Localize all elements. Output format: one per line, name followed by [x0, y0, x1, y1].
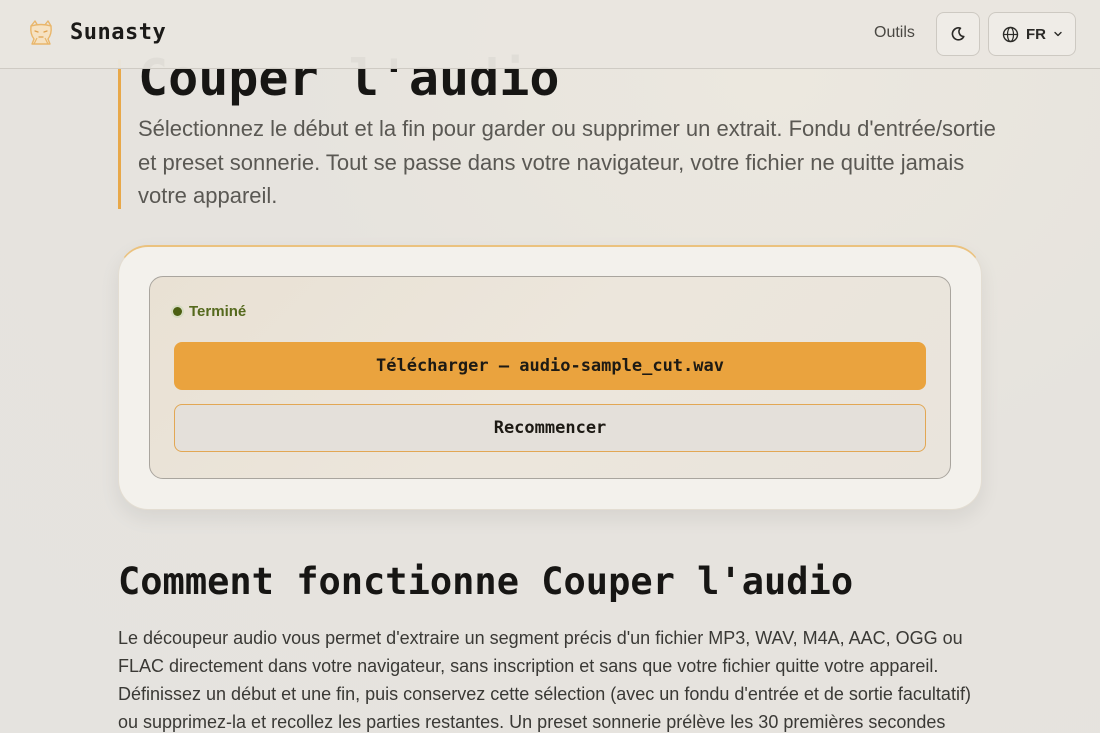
hero-accent-bar [118, 60, 121, 209]
language-selector[interactable]: FR [988, 12, 1076, 56]
brand-link[interactable]: Sunasty [26, 17, 166, 47]
nav-link-tools[interactable]: Outils [874, 24, 915, 42]
download-button[interactable]: Télécharger — audio-sample_cut.wav [174, 342, 926, 390]
how-it-works-title: Comment fonctionne Couper l'audio [118, 560, 854, 603]
restart-button[interactable]: Recommencer [174, 404, 926, 452]
language-label: FR [1026, 25, 1046, 43]
brand-name: Sunasty [70, 19, 167, 45]
status-badge: Terminé [173, 303, 246, 320]
page-description: Sélectionnez le début et la fin pour gar… [138, 116, 996, 208]
globe-icon [1002, 26, 1019, 42]
chevron-down-icon [1054, 31, 1062, 37]
top-navigation-bar: Sunasty Outils FR [0, 0, 1100, 69]
theme-toggle-button[interactable] [936, 12, 980, 56]
moon-icon [951, 27, 965, 41]
how-it-works-text: Le découpeur audio vous permet d'extrair… [118, 628, 971, 732]
sunasty-logo-icon [30, 20, 52, 45]
status-dot-icon [173, 307, 182, 316]
status-label: Terminé [189, 303, 247, 320]
